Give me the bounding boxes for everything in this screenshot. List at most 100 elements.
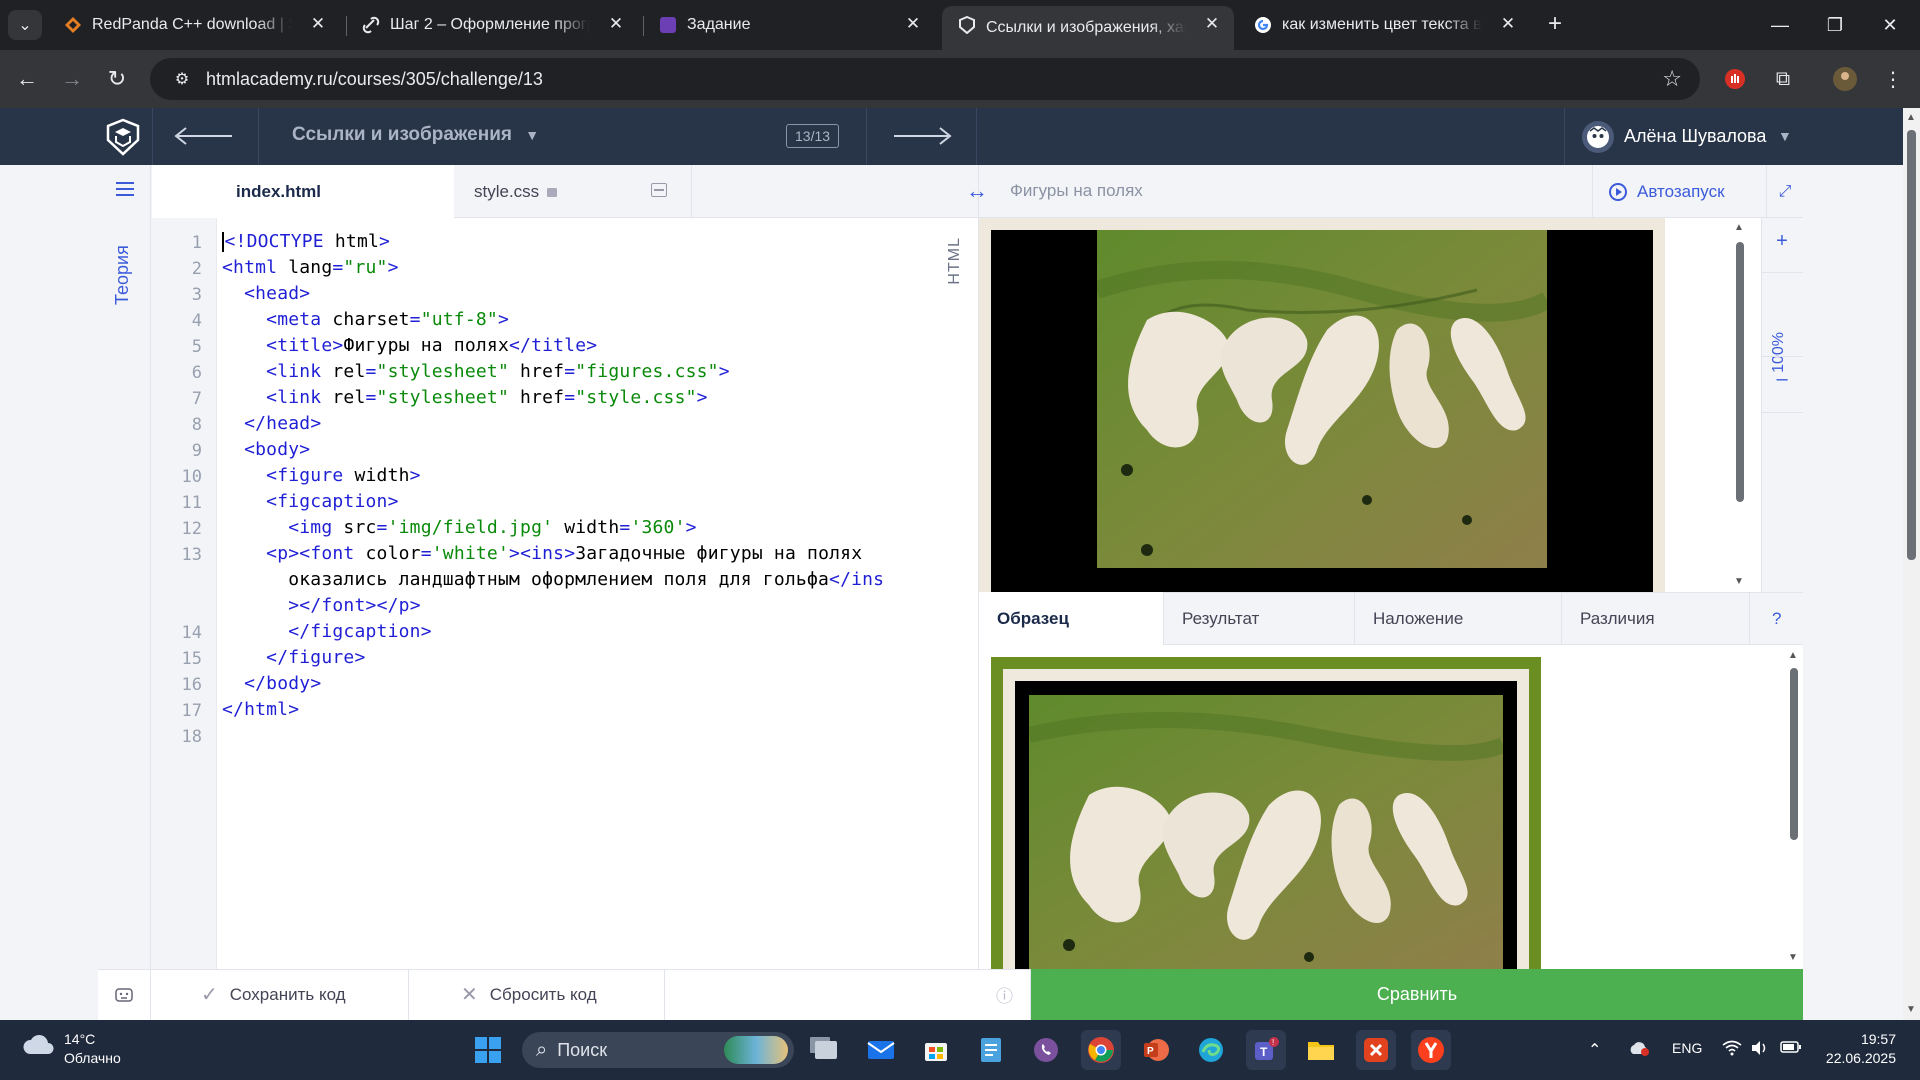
cloud-weather-icon[interactable] [22,1034,56,1056]
page-scrollbar-thumb[interactable] [1907,130,1916,560]
site-info-icon[interactable]: ⚙ [162,69,202,89]
tab-close-icon[interactable]: ✕ [1498,14,1518,34]
back-arrow-icon[interactable]: ← [10,62,44,96]
taskbar-search-box[interactable]: ⌕ Поиск [522,1032,794,1068]
code-line[interactable]: <title>Фигуры на полях</title> [222,335,597,356]
collapse-panel-icon[interactable] [651,183,667,197]
browser-tab-zadanie[interactable]: Задание ✕ [643,6,935,44]
htmlacademy-logo-icon[interactable] [104,118,142,156]
address-bar[interactable]: ⚙ htmlacademy.ru/courses/305/challenge/1… [150,58,1700,100]
code-line[interactable]: <figure width> [222,465,421,486]
edge-icon[interactable] [1191,1030,1231,1070]
code-line[interactable]: <link rel="stylesheet" href="figures.css… [222,361,730,382]
wifi-icon[interactable] [1722,1040,1742,1059]
battery-icon[interactable] [1780,1040,1802,1057]
code-line[interactable]: оказались ландшафтным оформлением поля д… [222,569,884,590]
code-line[interactable]: </html> [222,699,299,720]
user-name[interactable]: Алёна Шувалова [1624,126,1766,147]
theory-tab[interactable]: Теория [112,245,133,305]
onedrive-sync-icon[interactable] [1628,1040,1650,1059]
browser-tab-redpanda[interactable]: RedPanda C++ download | Sou ✕ [48,6,340,44]
code-line[interactable]: <figcaption> [222,491,399,512]
file-explorer-icon[interactable] [1301,1030,1341,1070]
page-scroll-down-icon[interactable]: ▼ [1906,1004,1916,1015]
reset-code-button[interactable]: ✕ Сбросить код [409,969,665,1020]
code-line[interactable]: <img src='img/field.jpg' width='360'> [222,517,697,538]
volume-icon[interactable] [1750,1040,1768,1059]
tab-sample[interactable]: Образец [979,592,1164,645]
preview-scrollbar-thumb[interactable] [1736,242,1744,502]
window-minimize-icon[interactable]: — [1755,0,1805,50]
autorun-button[interactable]: Автозапуск [1592,165,1766,218]
code-line[interactable]: </body> [222,673,321,694]
compare-button[interactable]: Сравнить [1031,969,1803,1020]
course-title-dropdown[interactable]: Ссылки и изображения ▼ [292,124,539,146]
weather-temperature[interactable]: 14°C [64,1031,95,1047]
keyboard-shortcuts-icon[interactable] [98,969,151,1020]
notepad-icon[interactable] [971,1030,1011,1070]
mail-icon[interactable] [861,1030,901,1070]
code-line[interactable]: <html lang="ru"> [222,257,399,278]
red-app-icon[interactable] [1356,1030,1396,1070]
hamburger-menu-icon[interactable] [116,182,134,196]
browser-menu-icon[interactable]: ⋮ [1878,64,1908,94]
window-restore-icon[interactable]: ❐ [1810,0,1860,50]
zoom-in-button[interactable]: + [1761,230,1803,260]
page-scroll-up-icon[interactable]: ▲ [1906,112,1916,123]
code-editor[interactable] [152,218,978,969]
sample-scroll-down-icon[interactable]: ▼ [1788,952,1798,963]
tab-close-icon[interactable]: ✕ [308,14,328,34]
bookmark-star-icon[interactable]: ☆ [1662,66,1682,92]
sample-scrollbar-thumb[interactable] [1790,668,1798,840]
sample-scroll-up-icon[interactable]: ▲ [1788,650,1798,661]
user-avatar[interactable] [1582,121,1614,153]
code-line[interactable]: <!DOCTYPE html> [222,231,390,252]
user-menu-chevron-down-icon[interactable]: ▼ [1778,128,1792,144]
tab-close-icon[interactable]: ✕ [903,14,923,34]
tab-index-html[interactable]: index.html [152,165,454,218]
info-circle-icon[interactable]: ⓘ [979,969,1031,1020]
microsoft-store-icon[interactable] [916,1030,956,1070]
tab-differences[interactable]: Различия [1562,592,1750,645]
tab-style-css[interactable]: style.css [454,165,692,218]
tray-chevron-up-icon[interactable]: ⌃ [1588,1040,1601,1060]
extension-red-icon[interactable] [1720,64,1750,94]
code-line[interactable]: </figure> [222,647,366,668]
browser-tab-htmlacademy[interactable]: Ссылки и изображения, хардк ✕ [942,6,1234,50]
tab-help[interactable]: ? [1750,592,1803,645]
prev-step-arrow-icon[interactable] [172,122,236,150]
chrome-icon[interactable] [1081,1030,1121,1070]
tab-result[interactable]: Результат [1164,592,1355,645]
save-code-button[interactable]: ✓ Сохранить код [151,969,409,1020]
task-view-icon[interactable] [806,1030,846,1070]
weather-description[interactable]: Облачно [64,1050,121,1066]
zoom-out-button[interactable]: – [1761,368,1803,398]
code-line[interactable]: </head> [222,413,321,434]
yandex-browser-icon[interactable] [1411,1030,1451,1070]
resize-arrows-icon[interactable]: ↔ [966,178,988,204]
fullscreen-expand-icon[interactable]: ⤢ [1766,165,1803,218]
tab-overlay[interactable]: Наложение [1355,592,1562,645]
windows-start-icon[interactable] [468,1030,508,1070]
browser-tab-step2[interactable]: Шаг 2 – Оформление програм ✕ [346,6,638,44]
preview-scroll-up-icon[interactable]: ▲ [1734,222,1744,233]
code-line[interactable]: <link rel="stylesheet" href="style.css"> [222,387,708,408]
teams-icon[interactable]: T! [1246,1030,1286,1070]
address-url[interactable]: htmlacademy.ru/courses/305/challenge/13 [206,69,543,90]
code-line[interactable]: <head> [222,283,310,304]
new-tab-plus-icon[interactable]: + [1540,10,1570,40]
code-line[interactable]: <body> [222,439,310,460]
code-line[interactable]: </figcaption> [222,621,432,642]
reload-icon[interactable]: ↻ [100,62,134,96]
code-line[interactable]: ></font></p> [222,595,421,616]
tab-search-chevron-icon[interactable]: ⌄ [8,10,42,40]
clock-time[interactable]: 19:57 [1856,1031,1896,1047]
forward-arrow-icon[interactable]: → [55,62,89,96]
clock-date[interactable]: 22.06.2025 [1822,1050,1896,1066]
preview-scroll-down-icon[interactable]: ▼ [1734,576,1744,587]
tab-close-icon[interactable]: ✕ [1202,14,1222,34]
next-step-arrow-icon[interactable] [890,122,954,150]
powerpoint-icon[interactable]: P [1136,1030,1176,1070]
tab-close-icon[interactable]: ✕ [606,14,626,34]
code-line[interactable]: <meta charset="utf-8"> [222,309,509,330]
